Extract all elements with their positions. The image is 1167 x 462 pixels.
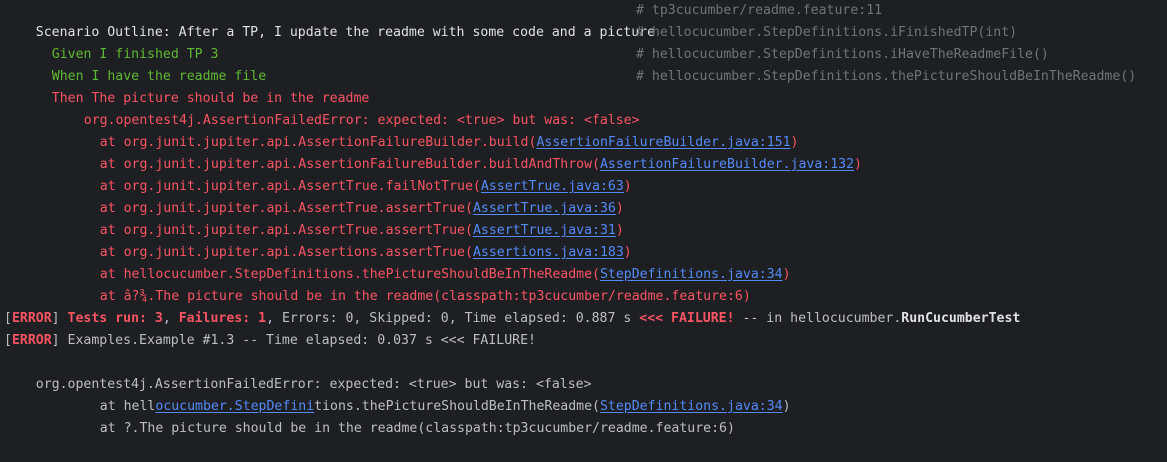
stack-frame: at org.junit.jupiter.api.AssertTrue.fail… [99, 179, 632, 194]
stack-frame: at org.junit.jupiter.api.AssertTrue.asse… [99, 223, 624, 238]
stack-frame: at org.junit.jupiter.api.AssertionFailur… [99, 157, 862, 172]
error-tag: ERROR [11, 311, 52, 326]
summary-example: [ERROR] Examples.Example #1.3 -- Time el… [4, 333, 536, 348]
test-class-name: RunCucumberTest [901, 311, 1021, 326]
scenario-line: Scenario Outline: After a TP, I update t… [0, 0, 1167, 40]
stack-frame: at org.junit.jupiter.api.AssertionFailur… [99, 135, 799, 150]
stack-frame: at org.junit.jupiter.api.Assertions.asse… [99, 245, 632, 260]
footer-stack-frame-feature: at ?.The picture should be in the readme… [99, 421, 735, 436]
footer-stack-frame: at hellocucumber.StepDefinitions.thePict… [99, 399, 791, 414]
step-line-given: Given I finished TP 3 # hellocucumber.Ste… [0, 22, 1167, 62]
assertion-error-header: org.opentest4j.AssertionFailedError: exp… [83, 113, 640, 128]
stack-frame-feature: at â?¾.The picture should be in the read… [99, 289, 751, 304]
assertion-error-footer: org.opentest4j.AssertionFailedError: exp… [35, 377, 592, 392]
step-then-location: # hellocucumber.StepDefinitions.thePictu… [636, 69, 1137, 84]
stack-frame: at hellocucumber.StepDefinitions.thePict… [99, 267, 791, 282]
step-when-location: # hellocucumber.StepDefinitions.iHaveThe… [636, 47, 1049, 62]
step-line-then: Then The picture should be in the readme… [0, 66, 1167, 106]
console-output: Scenario Outline: After a TP, I update t… [0, 0, 1167, 436]
failure-marker: <<< FAILURE! [639, 311, 735, 326]
stack-frame: at org.junit.jupiter.api.AssertTrue.asse… [99, 201, 624, 216]
step-line-when: When I have the readme file # hellocucumb… [0, 44, 1167, 84]
summary-tests-run: [ERROR] Tests run: 3, Failures: 1, Error… [4, 311, 1021, 326]
scenario-location: # tp3cucumber/readme.feature:11 [636, 3, 883, 18]
step-given-location: # hellocucumber.StepDefinitions.iFinishe… [636, 25, 1018, 40]
error-tag: ERROR [11, 333, 52, 348]
